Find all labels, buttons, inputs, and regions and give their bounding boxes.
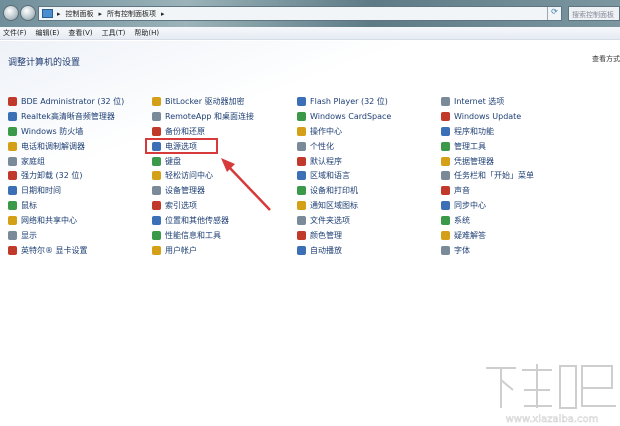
svg-text:www.xiazaiba.com: www.xiazaiba.com <box>506 414 599 425</box>
arrow-shaft <box>227 165 271 211</box>
watermark-logo: www.xiazaiba.com <box>486 364 616 425</box>
